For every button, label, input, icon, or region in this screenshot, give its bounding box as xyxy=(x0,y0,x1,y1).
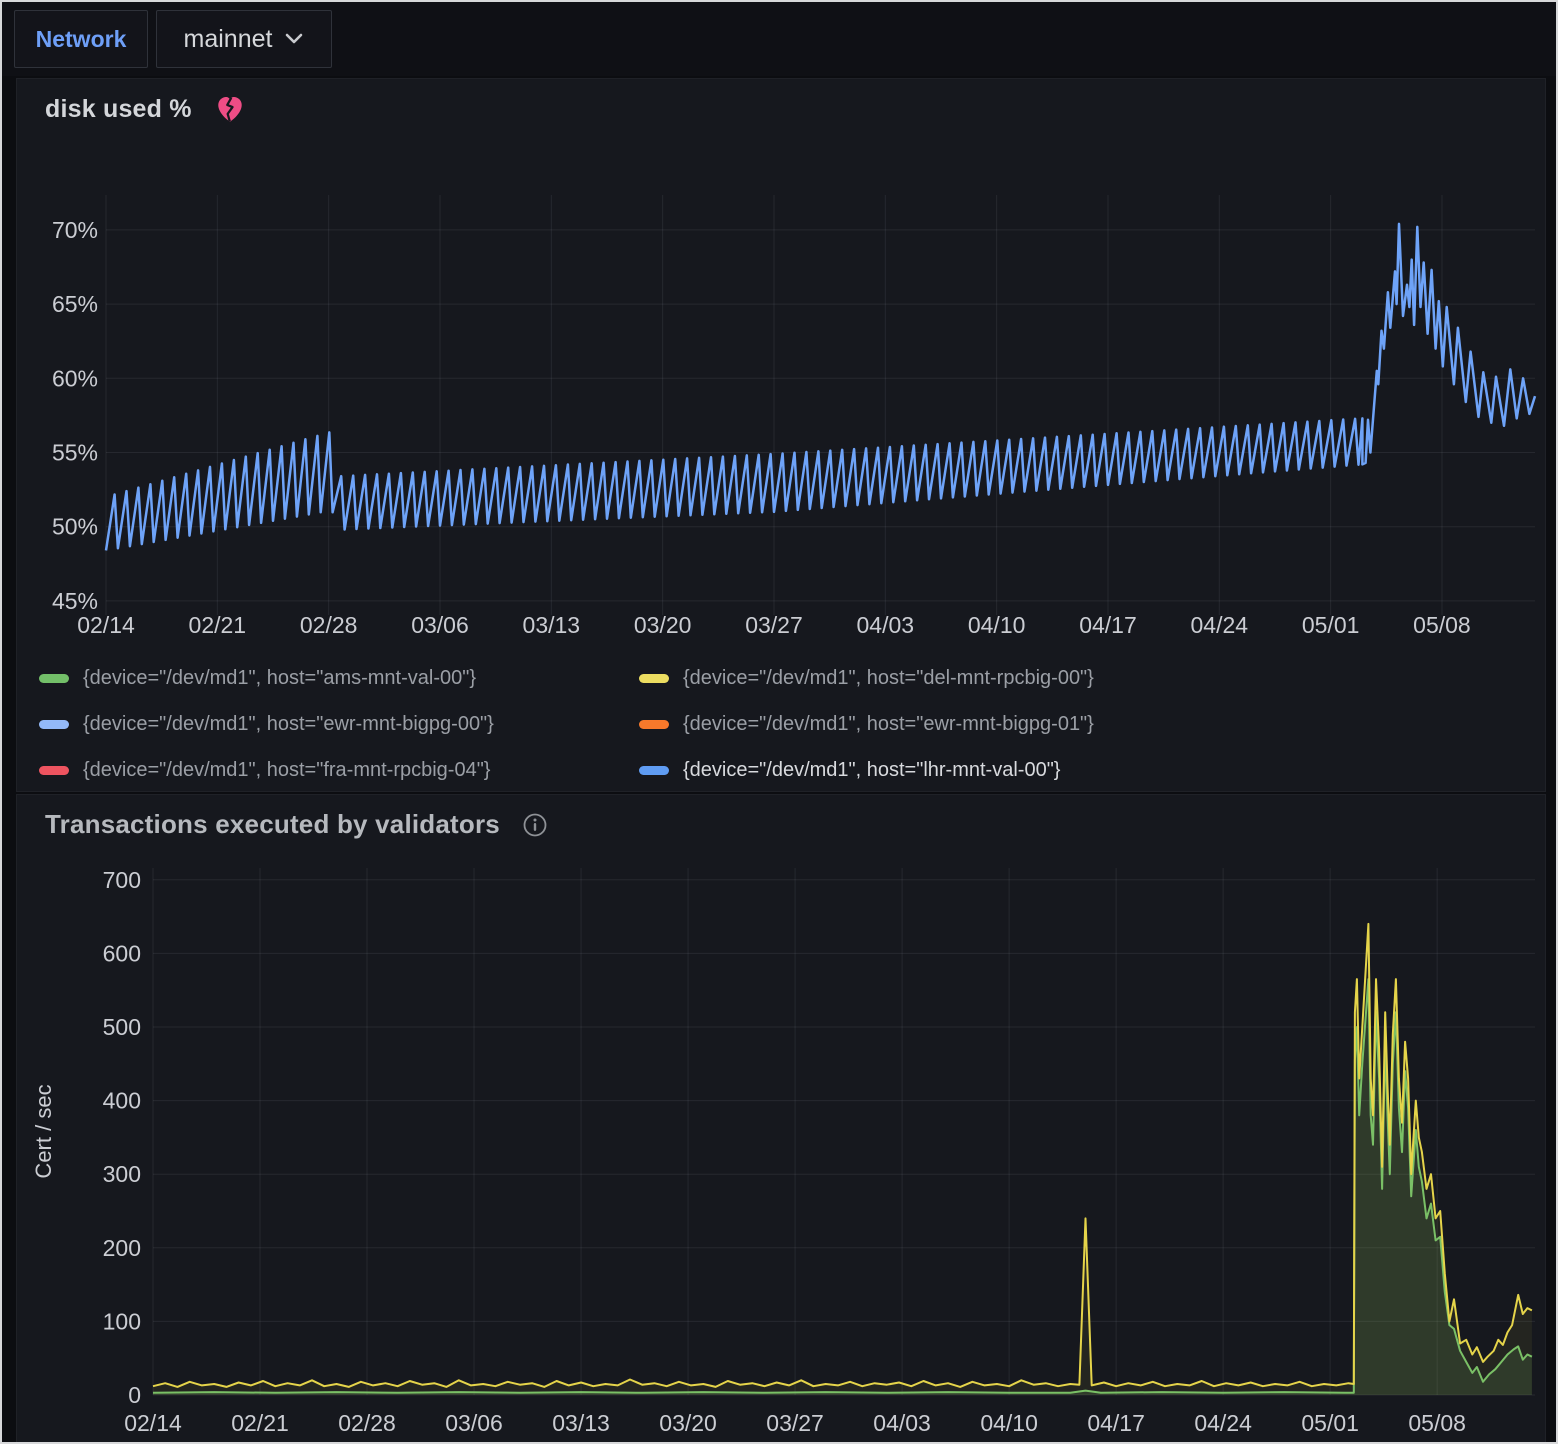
transactions-chart[interactable]: 02/14 02/21 02/28 03/06 03/13 03/20 03/27 04/03… xyxy=(17,853,1547,1444)
transactions-panel-header: Transactions executed by validators xyxy=(17,795,1545,840)
chevron-down-icon xyxy=(284,32,304,46)
legend-series-swatch xyxy=(39,720,69,729)
legend-item[interactable]: {device="/dev/md1", host="lhr-mnt-val-00… xyxy=(639,759,1527,782)
disk-used-panel-header: disk used % xyxy=(17,79,1545,125)
series-line xyxy=(153,979,1532,1393)
transactions-panel-title[interactable]: Transactions executed by validators xyxy=(45,809,500,840)
grafana-dashboard: Network mainnet disk used % 02/1402/2102… xyxy=(0,0,1558,1444)
y-tick-label: 60% xyxy=(52,365,98,391)
x-tick-label: 03/20 xyxy=(659,1410,717,1436)
x-tick-label: 03/13 xyxy=(523,612,581,638)
x-tick-label: 02/21 xyxy=(231,1410,289,1436)
x-tick-label: 04/03 xyxy=(857,612,915,638)
x-tick-label: 03/20 xyxy=(634,612,692,638)
x-tick-label: 04/10 xyxy=(968,612,1026,638)
broken-heart-icon xyxy=(214,93,246,125)
legend-series-label: {device="/dev/md1", host="lhr-mnt-val-00… xyxy=(683,759,1060,782)
y-tick-label: 500 xyxy=(103,1014,141,1040)
x-tick-label: 02/21 xyxy=(189,612,247,638)
legend-item[interactable]: {device="/dev/md1", host="ewr-mnt-bigpg-… xyxy=(639,713,1527,736)
legend-series-swatch xyxy=(639,720,669,729)
x-tick-label: 03/06 xyxy=(411,612,469,638)
grid-lines xyxy=(106,195,1535,615)
x-tick-label: 05/08 xyxy=(1408,1410,1466,1436)
x-tick-label: 05/01 xyxy=(1301,1410,1359,1436)
info-icon[interactable] xyxy=(522,812,548,838)
y-tick-label: 700 xyxy=(103,867,141,893)
transactions-panel: Transactions executed by validators 02/1… xyxy=(16,794,1546,1444)
series-area xyxy=(153,924,1532,1395)
legend-series-swatch xyxy=(639,766,669,775)
legend-series-label: {device="/dev/md1", host="ewr-mnt-bigpg-… xyxy=(83,713,494,736)
x-tick-label: 04/24 xyxy=(1194,1410,1252,1436)
x-tick-label: 02/28 xyxy=(338,1410,396,1436)
y-tick-label: 55% xyxy=(52,439,98,465)
x-tick-label: 05/01 xyxy=(1302,612,1360,638)
y-tick-label: 0 xyxy=(128,1382,141,1408)
y-tick-label: 300 xyxy=(103,1161,141,1187)
x-tick-label: 04/17 xyxy=(1079,612,1137,638)
variable-value-text: mainnet xyxy=(184,25,273,54)
x-tick-label: 03/27 xyxy=(766,1410,824,1436)
y-axis-title: Cert / sec xyxy=(31,1084,56,1178)
legend-row: {device="/dev/md1", host="ewr-mnt-bigpg-… xyxy=(39,701,1527,747)
x-tick-label: 04/10 xyxy=(980,1410,1038,1436)
legend-series-label: {device="/dev/md1", host="ewr-mnt-bigpg-… xyxy=(683,713,1094,736)
disk-used-legend: {device="/dev/md1", host="ams-mnt-val-00… xyxy=(39,655,1527,793)
legend-item[interactable]: {device="/dev/md1", host="del-mnt-rpcbig… xyxy=(639,667,1527,690)
legend-row: {device="/dev/md1", host="fra-mnt-rpcbig… xyxy=(39,747,1527,793)
legend-item[interactable]: {device="/dev/md1", host="ams-mnt-val-00… xyxy=(39,667,639,690)
x-tick-label: 04/24 xyxy=(1191,612,1249,638)
legend-series-label: {device="/dev/md1", host="del-mnt-rpcbig… xyxy=(683,667,1094,690)
legend-series-label: {device="/dev/md1", host="fra-mnt-rpcbig… xyxy=(83,759,491,782)
y-tick-label: 70% xyxy=(52,217,98,243)
y-tick-label: 50% xyxy=(52,514,98,540)
legend-row: {device="/dev/md1", host="ams-mnt-val-00… xyxy=(39,655,1527,701)
legend-series-swatch xyxy=(39,674,69,683)
x-tick-label: 04/17 xyxy=(1087,1410,1145,1436)
y-tick-label: 600 xyxy=(103,940,141,966)
disk-used-panel: disk used % 02/14 02/21 02/28 03/06 03/13 03/… xyxy=(16,78,1546,792)
disk-used-chart[interactable]: 02/14 02/21 02/28 03/06 03/13 03/20 03/27 04/03… xyxy=(17,189,1547,659)
x-tick-label: 03/27 xyxy=(745,612,803,638)
disk-used-panel-title[interactable]: disk used % xyxy=(45,95,192,124)
chart-svg[interactable]: 02/14 02/21 02/28 03/06 03/13 03/20 03/27 04/03… xyxy=(17,853,1547,1444)
series-line xyxy=(153,924,1532,1387)
variable-label-text: Network xyxy=(36,26,127,53)
y-tick-label: 100 xyxy=(103,1308,141,1334)
x-tick-label: 05/08 xyxy=(1413,612,1471,638)
legend-series-swatch xyxy=(39,766,69,775)
legend-item[interactable]: {device="/dev/md1", host="ewr-mnt-bigpg-… xyxy=(39,713,639,736)
x-tick-label: 04/03 xyxy=(873,1410,931,1436)
x-tick-label: 02/14 xyxy=(77,612,135,638)
series-line xyxy=(106,224,1535,551)
x-tick-label: 03/13 xyxy=(552,1410,610,1436)
grid-lines xyxy=(153,868,1535,1395)
x-tick-label: 02/14 xyxy=(124,1410,182,1436)
dashboard-topbar: Network mainnet xyxy=(2,2,1556,76)
legend-series-swatch xyxy=(639,674,669,683)
y-tick-label: 200 xyxy=(103,1235,141,1261)
series-area xyxy=(153,979,1532,1395)
y-tick-label: 400 xyxy=(103,1088,141,1114)
variable-label-network: Network xyxy=(14,10,148,68)
y-tick-label: 45% xyxy=(52,588,98,614)
network-variable-dropdown[interactable]: mainnet xyxy=(156,10,332,68)
legend-item[interactable]: {device="/dev/md1", host="fra-mnt-rpcbig… xyxy=(39,759,639,782)
x-tick-label: 02/28 xyxy=(300,612,358,638)
chart-svg[interactable]: 02/14 02/21 02/28 03/06 03/13 03/20 03/27 04/03… xyxy=(17,189,1547,659)
y-tick-label: 65% xyxy=(52,291,98,317)
x-tick-label: 03/06 xyxy=(445,1410,503,1436)
legend-series-label: {device="/dev/md1", host="ams-mnt-val-00… xyxy=(83,667,476,690)
